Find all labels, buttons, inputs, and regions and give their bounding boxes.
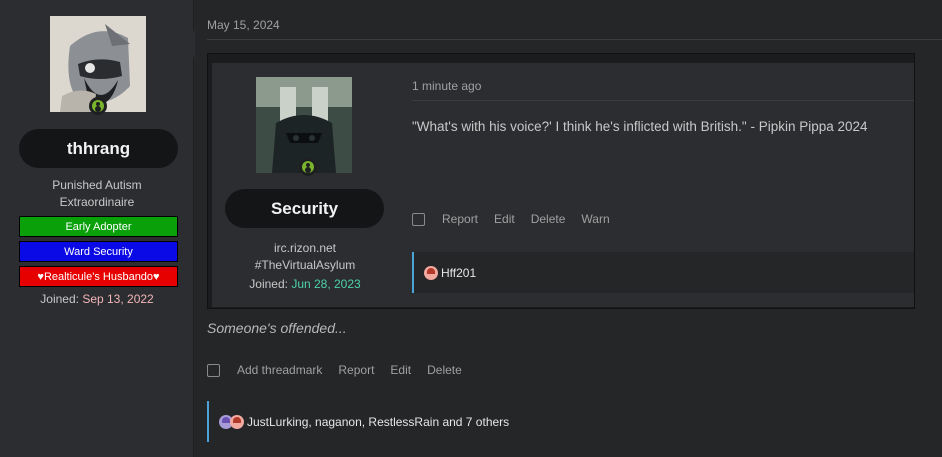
post-reactions-text[interactable]: JustLurking, naganon, RestlessRain and 7… bbox=[247, 415, 509, 429]
quote-reactions-text[interactable]: Hff201 bbox=[441, 266, 476, 280]
quote-reactions-bar[interactable]: Hff201 bbox=[412, 252, 914, 293]
quote-author-name[interactable]: Security bbox=[225, 189, 384, 228]
quote-author-title: irc.rizon.net #TheVirtualAsylum bbox=[212, 240, 398, 274]
quote-message: "What's with his voice?' I think he's in… bbox=[412, 119, 868, 134]
banner-early-adopter: Early Adopter bbox=[19, 216, 178, 237]
author-arrow bbox=[181, 30, 195, 58]
checkbox-icon[interactable] bbox=[412, 212, 425, 226]
quote-author-column: Security irc.rizon.net #TheVirtualAsylum… bbox=[212, 63, 398, 307]
post-actions-bar: Add threadmark Report Edit Delete bbox=[207, 363, 478, 377]
report-button[interactable]: Report bbox=[338, 363, 374, 377]
author-column: thhrang Punished Autism Extraordinaire E… bbox=[0, 0, 194, 457]
embedded-post: Security irc.rizon.net #TheVirtualAsylum… bbox=[207, 53, 915, 309]
post-reactions-bar[interactable]: JustLurking, naganon, RestlessRain and 7… bbox=[207, 401, 942, 442]
quote-title-line1: irc.rizon.net bbox=[273, 241, 337, 255]
quote-joined-date: Jun 28, 2023 bbox=[291, 277, 361, 291]
quote-report-button[interactable]: Report bbox=[442, 212, 478, 226]
quote-joined-label: Joined: bbox=[249, 277, 288, 291]
quote-title-line2: #TheVirtualAsylum bbox=[254, 258, 356, 272]
quote-author-joined: Joined: Jun 28, 2023 bbox=[212, 277, 398, 291]
reaction-icon bbox=[424, 265, 438, 280]
banner-ward-security: Ward Security bbox=[19, 241, 178, 262]
edit-button[interactable]: Edit bbox=[390, 363, 411, 377]
online-status-icon bbox=[89, 97, 107, 115]
online-status-icon bbox=[299, 158, 317, 176]
author-joined-label: Joined: bbox=[40, 292, 79, 306]
quote-actions-bar: Report Edit Delete Warn bbox=[412, 212, 626, 226]
quote-warn-button[interactable]: Warn bbox=[581, 212, 609, 226]
reaction-icon bbox=[230, 414, 244, 429]
author-title-line1: Punished Autism bbox=[52, 178, 142, 192]
header-divider bbox=[207, 39, 942, 40]
delete-button[interactable]: Delete bbox=[427, 363, 462, 377]
post-body: Someone's offended... bbox=[207, 320, 347, 336]
checkbox-icon[interactable] bbox=[207, 363, 220, 377]
quote-divider bbox=[412, 100, 914, 101]
quote-delete-button[interactable]: Delete bbox=[531, 212, 566, 226]
author-title-line2: Extraordinaire bbox=[59, 195, 135, 209]
quote-timestamp[interactable]: 1 minute ago bbox=[412, 79, 481, 93]
quote-content: 1 minute ago "What's with his voice?' I … bbox=[398, 63, 914, 307]
author-joined-date: Sep 13, 2022 bbox=[82, 292, 154, 306]
quote-edit-button[interactable]: Edit bbox=[494, 212, 515, 226]
post-date[interactable]: May 15, 2024 bbox=[207, 18, 280, 32]
author-title: Punished Autism Extraordinaire bbox=[0, 177, 194, 211]
author-joined: Joined: Sep 13, 2022 bbox=[0, 292, 194, 306]
add-threadmark-button[interactable]: Add threadmark bbox=[237, 363, 322, 377]
banner-husbando: ♥Realticule's Husbando♥ bbox=[19, 266, 178, 287]
author-name[interactable]: thhrang bbox=[19, 129, 178, 168]
